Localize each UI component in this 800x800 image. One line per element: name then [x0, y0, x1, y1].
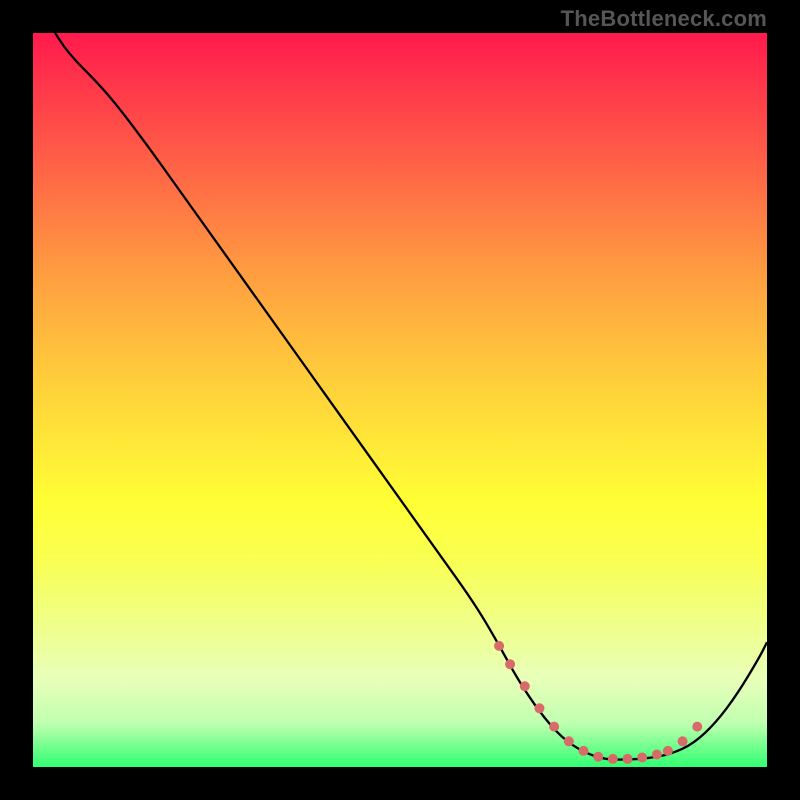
plot-area	[33, 33, 767, 767]
marker-dot	[593, 752, 603, 762]
marker-dot	[549, 722, 559, 732]
chart-frame: TheBottleneck.com	[0, 0, 800, 800]
marker-dot	[520, 681, 530, 691]
chart-svg	[33, 33, 767, 767]
marker-dot	[663, 746, 673, 756]
marker-dot	[494, 641, 504, 651]
bottleneck-curve	[55, 33, 767, 760]
watermark-text: TheBottleneck.com	[561, 6, 767, 32]
marker-group	[494, 641, 702, 764]
marker-dot	[608, 754, 618, 764]
marker-dot	[623, 754, 633, 764]
marker-dot	[678, 736, 688, 746]
marker-dot	[692, 722, 702, 732]
marker-dot	[534, 703, 544, 713]
marker-dot	[652, 750, 662, 760]
marker-dot	[579, 746, 589, 756]
marker-dot	[564, 736, 574, 746]
marker-dot	[505, 659, 515, 669]
marker-dot	[637, 752, 647, 762]
